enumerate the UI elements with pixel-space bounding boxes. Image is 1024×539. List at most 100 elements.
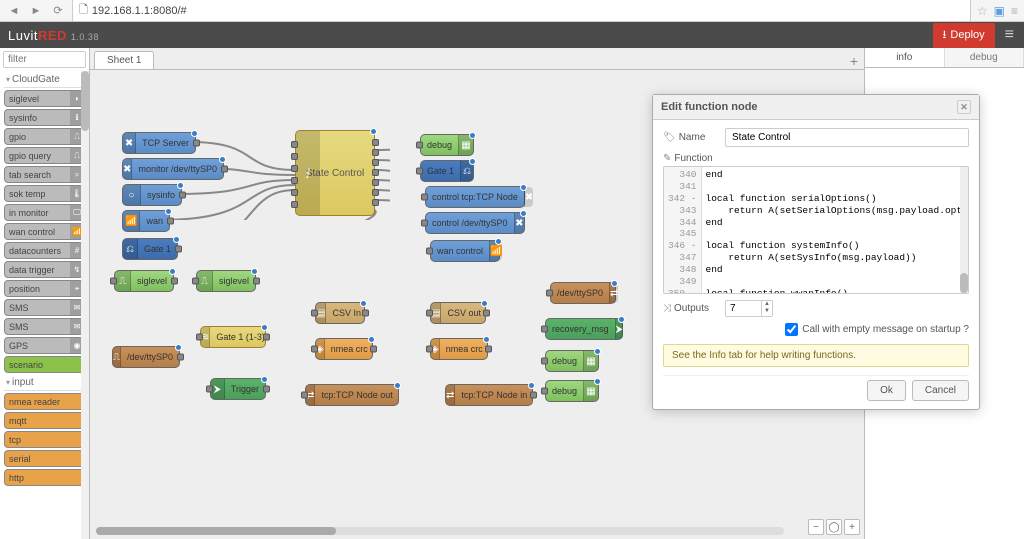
tab-info[interactable]: info	[865, 48, 945, 67]
node-wan[interactable]: 📶wan	[122, 210, 170, 232]
palette-node[interactable]: SMS✉	[4, 299, 85, 316]
spinner-up[interactable]: ▲	[762, 301, 772, 308]
name-input[interactable]	[725, 128, 969, 147]
net-icon: ⇄	[446, 385, 455, 405]
back-icon[interactable]: ◄	[6, 3, 22, 19]
ok-button[interactable]: Ok	[867, 380, 906, 401]
shuffle-icon: ⤨	[663, 303, 671, 314]
dialog-title-bar[interactable]: Edit function node ✕	[653, 95, 979, 120]
node-csv-in[interactable]: ▤CSV In	[315, 302, 365, 324]
camera-icon[interactable]: ▣	[994, 4, 1005, 18]
palette-scrollbar[interactable]	[81, 71, 89, 539]
zoom-reset-button[interactable]: ◯	[826, 519, 842, 535]
palette-node[interactable]: datacounters#	[4, 242, 85, 259]
palette-node[interactable]: serial	[4, 450, 85, 467]
wrench-icon: ✖	[123, 133, 136, 153]
palette-node[interactable]: http	[4, 469, 85, 486]
outputs-label: ⤨Outputs	[663, 303, 719, 314]
node-gate1[interactable]: ⎌Gate 1	[122, 238, 178, 260]
deploy-button[interactable]: ⭳Deploy	[933, 23, 995, 48]
node-tcp-out[interactable]: ⇄tcp:TCP Node out	[305, 384, 399, 406]
node-dev-tty[interactable]: /dev/ttySP0⇄	[550, 282, 616, 304]
node-debug[interactable]: debug▦	[545, 350, 599, 372]
app-header: LuvitRED 1.0.38 ⭳Deploy ≡	[0, 22, 1024, 48]
palette-node[interactable]: nmea reader	[4, 393, 85, 410]
palette-category[interactable]: ▾input	[4, 375, 85, 391]
zoom-in-button[interactable]: +	[844, 519, 860, 535]
palette-node[interactable]: sok temp🌡	[4, 185, 85, 202]
startup-label: Call with empty message on startup ?	[802, 324, 969, 335]
palette-node[interactable]: gpio query⎍	[4, 147, 85, 164]
node-debug[interactable]: debug▦	[545, 380, 599, 402]
palette-node[interactable]: siglevel◗	[4, 90, 85, 107]
code-scrollbar[interactable]	[960, 167, 968, 293]
palette-node-scenario[interactable]: scenario	[4, 356, 85, 373]
node-csv-out[interactable]: ▤CSV out	[430, 302, 486, 324]
palette-filter[interactable]	[3, 51, 86, 68]
palette-node[interactable]: tcp	[4, 431, 85, 448]
cancel-button[interactable]: Cancel	[912, 380, 969, 401]
palette-node[interactable]: SMS✉	[4, 318, 85, 335]
node-gate-1-3[interactable]: ≋Gate 1 (1-3)	[200, 326, 266, 348]
palette-node[interactable]: mqtt	[4, 412, 85, 429]
node-gate1[interactable]: Gate 1⎌	[420, 160, 474, 182]
node-trigger[interactable]: ⮞Trigger	[210, 378, 266, 400]
node-siglevel[interactable]: ⎍siglevel	[114, 270, 174, 292]
palette-node[interactable]: position⌖	[4, 280, 85, 297]
palette-node[interactable]: data trigger↯	[4, 261, 85, 278]
zoom-controls: − ◯ +	[808, 519, 860, 535]
edit-function-dialog: Edit function node ✕ 🏷Name ✎Function 340…	[652, 94, 980, 410]
reload-icon[interactable]: ⟳	[50, 3, 66, 19]
hamburger-icon[interactable]: ≡	[1003, 26, 1016, 44]
node-control-tcp[interactable]: control tcp:TCP Node✖	[425, 186, 525, 208]
node-state-control[interactable]: ⨍ State Control	[295, 130, 375, 216]
menu-icon[interactable]: ≡	[1011, 4, 1018, 18]
zoom-out-button[interactable]: −	[808, 519, 824, 535]
node-tcp-server[interactable]: ✖TCP Server	[122, 132, 196, 154]
close-icon[interactable]: ✕	[957, 100, 971, 114]
url-bar[interactable]: 🗋 192.168.1.1:8080/#	[72, 0, 971, 22]
outputs-spinner[interactable]: 7 ▲▼	[725, 300, 773, 317]
node-palette: ▾CloudGate siglevel◗ sysinfoℹ gpio⎍ gpio…	[0, 48, 90, 539]
palette-category[interactable]: ▾CloudGate	[4, 72, 85, 88]
name-label: 🏷Name	[663, 132, 719, 143]
canvas-hscroll[interactable]	[96, 527, 784, 535]
function-label: ✎Function	[663, 153, 719, 164]
palette-node[interactable]: tab search⌕	[4, 166, 85, 183]
url-text: 192.168.1.1:8080/#	[92, 5, 187, 17]
palette-node[interactable]: in monitor🖵	[4, 204, 85, 221]
page-icon: 🗋	[79, 1, 88, 20]
node-debug[interactable]: debug▦	[420, 134, 474, 156]
code-gutter: 340341342 -343344345346 -347348349350 -3…	[664, 167, 702, 293]
tab-debug[interactable]: debug	[945, 48, 1024, 67]
node-tcp-in[interactable]: ⇄tcp:TCP Node in	[445, 384, 533, 406]
wifi-icon: 📶	[123, 211, 140, 231]
node-control-dev[interactable]: control /dev/ttySP0✖	[425, 212, 525, 234]
node-nmea-crc[interactable]: ◈nmea crc	[315, 338, 373, 360]
dialog-title: Edit function node	[661, 101, 758, 113]
add-tab-button[interactable]: +	[850, 53, 858, 69]
deploy-icon: ⭳	[943, 26, 947, 45]
node-dev-tty[interactable]: ⎍/dev/ttySP0	[112, 346, 180, 368]
collapse-icon: ▾	[6, 75, 10, 84]
palette-node[interactable]: wan control📶	[4, 223, 85, 240]
star-icon[interactable]: ☆	[977, 4, 988, 18]
spinner-down[interactable]: ▼	[762, 308, 772, 315]
node-nmea-crc[interactable]: ◈nmea crc	[430, 338, 488, 360]
node-wan-control[interactable]: wan control📶	[430, 240, 500, 262]
node-siglevel[interactable]: ⎍siglevel	[196, 270, 256, 292]
workspace-tab[interactable]: Sheet 1	[94, 51, 154, 69]
forward-icon[interactable]: ►	[28, 3, 44, 19]
wrench-icon: ✖	[123, 159, 132, 179]
palette-node[interactable]: gpio⎍	[4, 128, 85, 145]
node-recovery[interactable]: recovery_msg⮞	[545, 318, 623, 340]
palette-node[interactable]: GPS◉	[4, 337, 85, 354]
node-monitor[interactable]: ✖monitor /dev/ttySP0	[122, 158, 224, 180]
palette-node[interactable]: sysinfoℹ	[4, 109, 85, 126]
code-editor[interactable]: 340341342 -343344345346 -347348349350 -3…	[663, 166, 969, 294]
serial-icon: ⎍	[113, 347, 121, 367]
code-content[interactable]: end local function serialOptions() retur…	[702, 167, 968, 293]
node-sysinfo[interactable]: ○sysinfo	[122, 184, 182, 206]
trigger-icon: ⮞	[211, 379, 225, 399]
startup-checkbox[interactable]	[785, 323, 798, 336]
